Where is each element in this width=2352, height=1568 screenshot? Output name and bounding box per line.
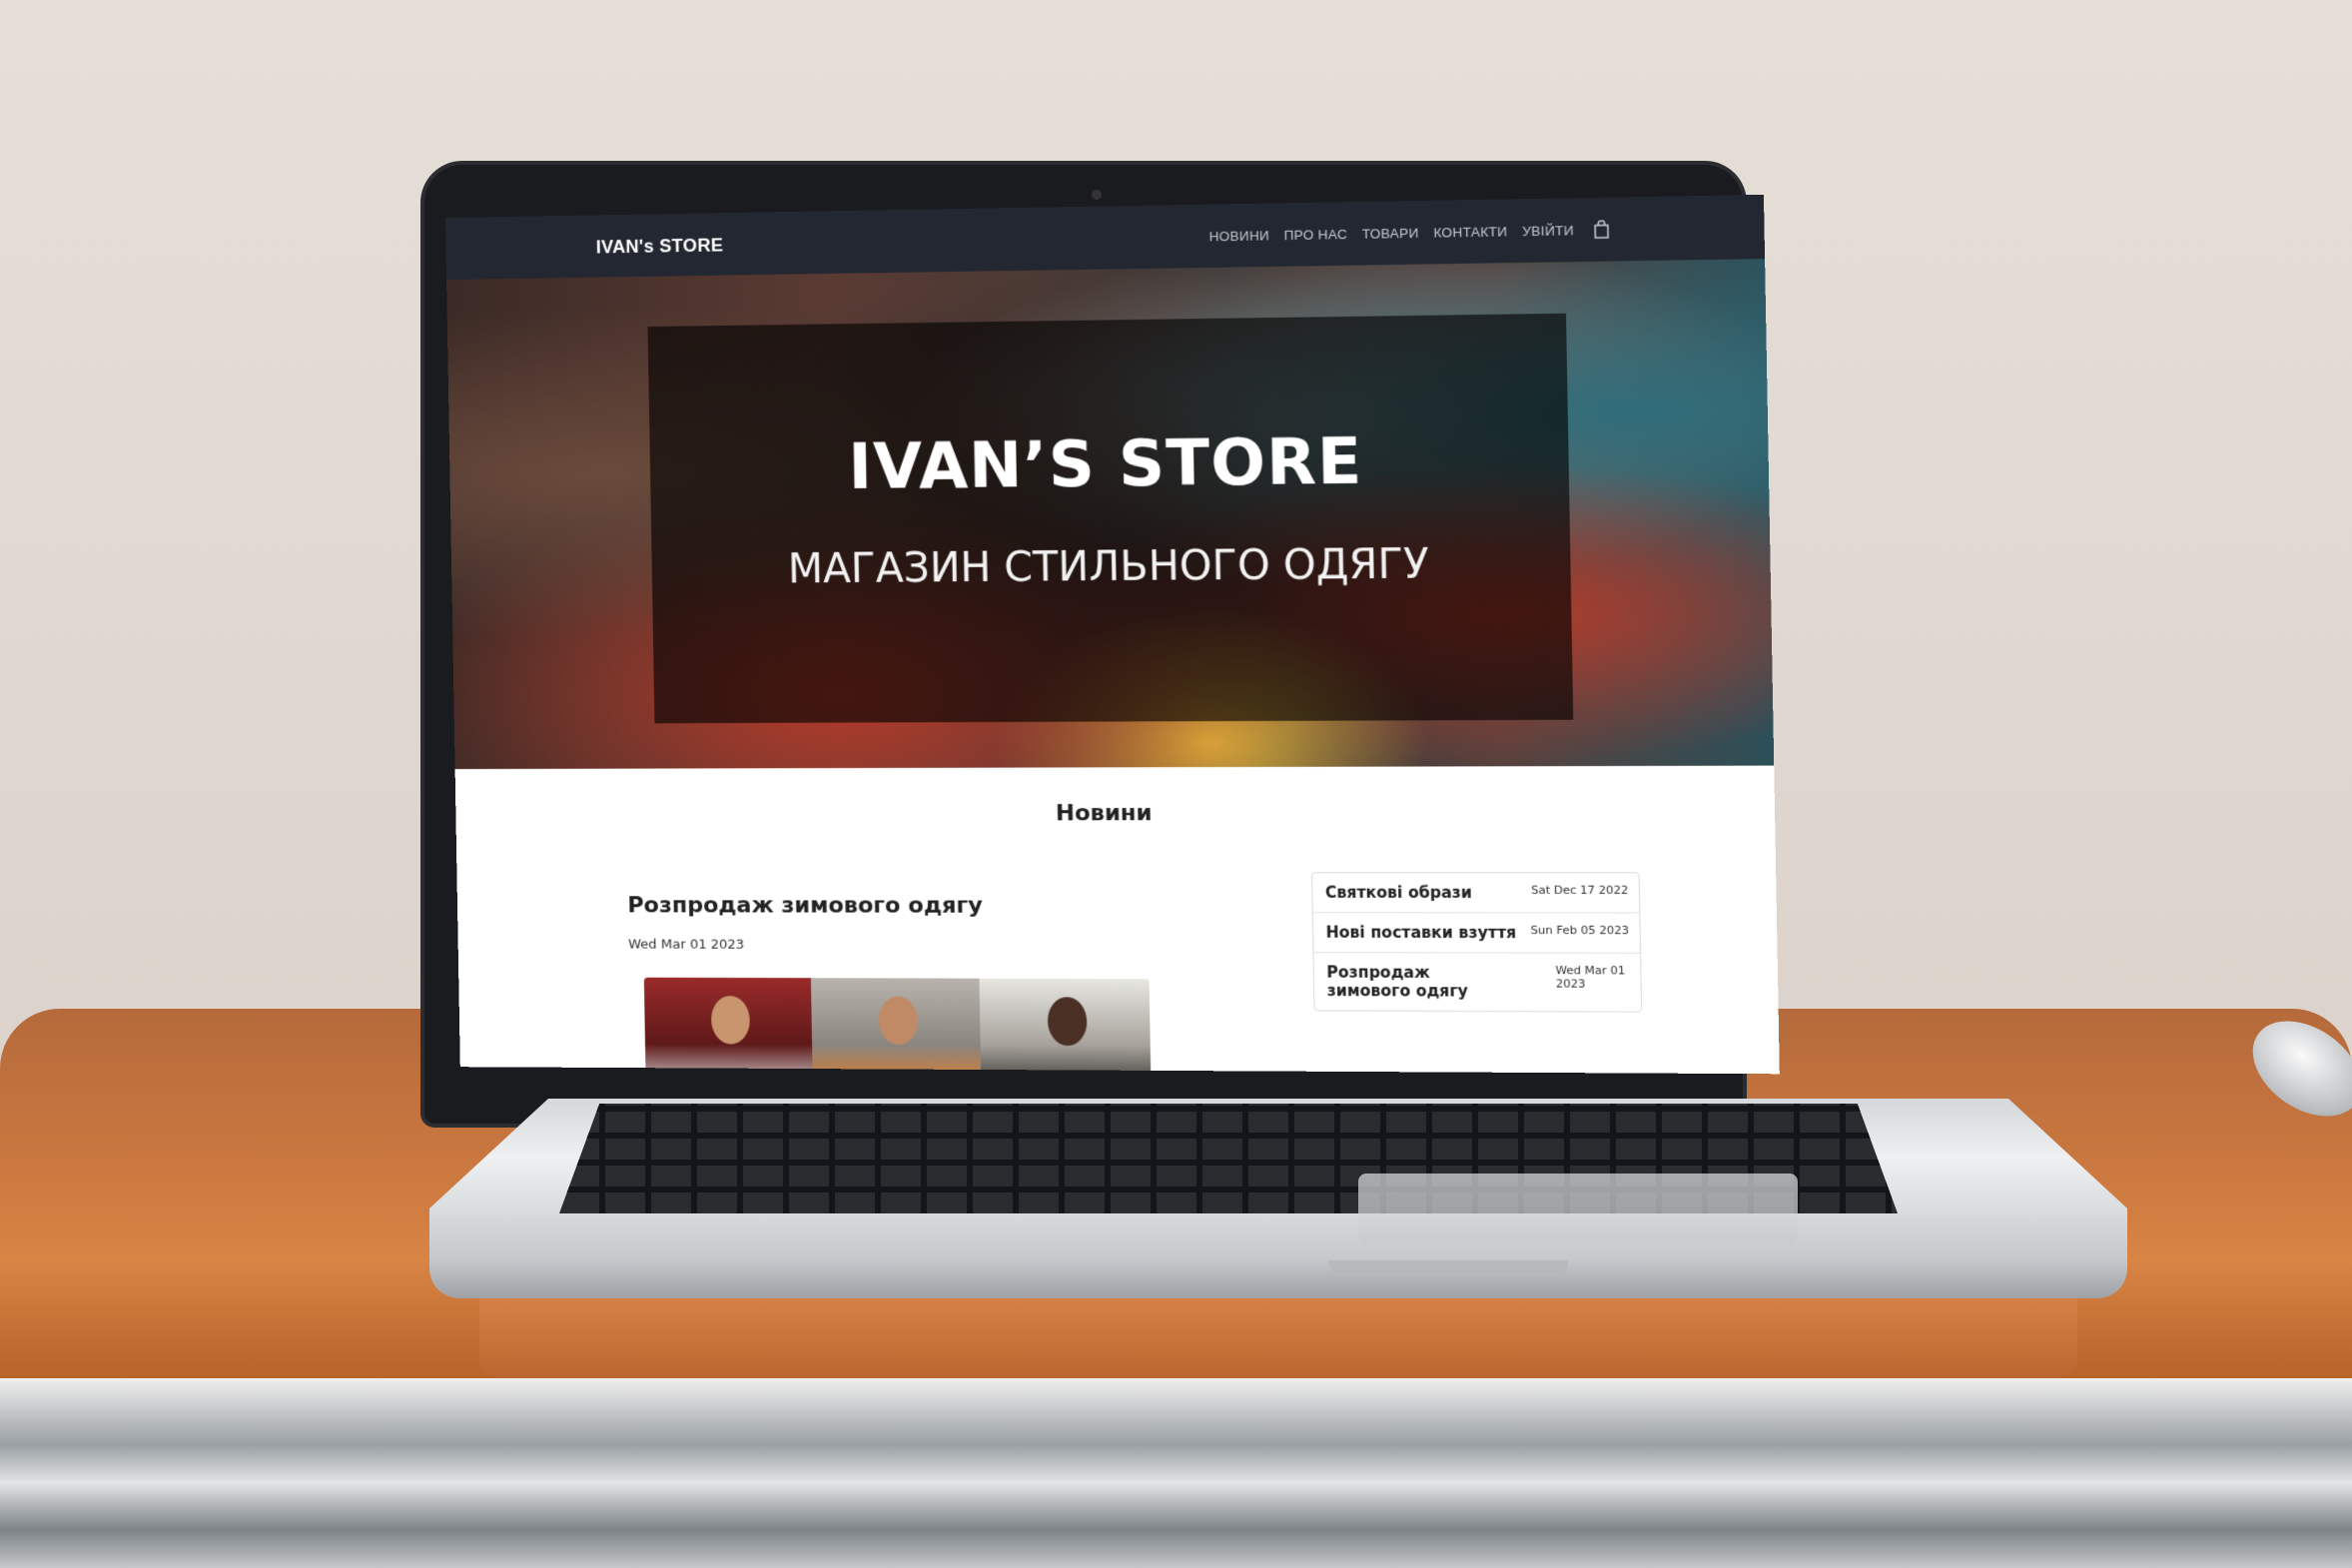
featured-post-title[interactable]: Розпродаж зимового одягу xyxy=(627,893,983,919)
featured-post-date: Wed Mar 01 2023 xyxy=(628,937,744,952)
laptop-screen: IVAN's STORE НОВИНИ ПРО НАС ТОВАРИ КОНТА… xyxy=(445,195,1780,1074)
news-item-title: Розпродаж зимового одягу xyxy=(1326,963,1495,1000)
hero-title: IVAN’S STORE xyxy=(649,421,1569,505)
shopping-bag-icon[interactable] xyxy=(1593,220,1610,239)
nav-link-about[interactable]: ПРО НАС xyxy=(1284,226,1348,242)
brand-logo[interactable]: IVAN's STORE xyxy=(596,235,724,258)
nav-link-login[interactable]: УВІЙТИ xyxy=(1522,222,1574,238)
nav-link-news[interactable]: НОВИНИ xyxy=(1209,228,1270,244)
lid-notch xyxy=(1328,1260,1568,1276)
list-item[interactable]: Розпродаж зимового одягу Wed Mar 01 2023 xyxy=(1313,953,1641,1012)
news-item-date: Wed Mar 01 2023 xyxy=(1555,964,1630,1001)
news-item-date: Sat Dec 17 2022 xyxy=(1531,884,1629,903)
news-item-date: Sun Feb 05 2023 xyxy=(1531,924,1630,943)
hero-subtitle: МАГАЗИН СТИЛЬНОГО ОДЯГУ xyxy=(651,539,1571,593)
list-item[interactable]: Святкові образи Sat Dec 17 2022 xyxy=(1312,873,1639,913)
photo-person-3 xyxy=(979,979,1151,1075)
table-edge xyxy=(0,1378,2352,1568)
news-section-title: Новини xyxy=(455,800,1775,827)
nav-links: НОВИНИ ПРО НАС ТОВАРИ КОНТАКТИ УВІЙТИ xyxy=(1209,220,1611,245)
trackpad xyxy=(1358,1174,1798,1243)
photo-person-2 xyxy=(811,978,982,1074)
news-sidebar-list: Святкові образи Sat Dec 17 2022 Нові пос… xyxy=(1311,872,1642,1012)
photo-person-1 xyxy=(644,978,813,1075)
news-item-title: Нові поставки взуття xyxy=(1325,923,1516,942)
featured-post-image[interactable] xyxy=(644,978,1152,1075)
hero-banner: IVAN’S STORE МАГАЗИН СТИЛЬНОГО ОДЯГУ xyxy=(446,259,1774,769)
news-item-title: Святкові образи xyxy=(1325,883,1472,902)
list-item[interactable]: Нові поставки взуття Sun Feb 05 2023 xyxy=(1313,913,1640,954)
nav-link-products[interactable]: ТОВАРИ xyxy=(1362,225,1419,241)
hero-overlay: IVAN’S STORE МАГАЗИН СТИЛЬНОГО ОДЯГУ xyxy=(648,314,1574,724)
webcam xyxy=(1092,190,1102,200)
nav-link-contacts[interactable]: КОНТАКТИ xyxy=(1433,224,1507,241)
